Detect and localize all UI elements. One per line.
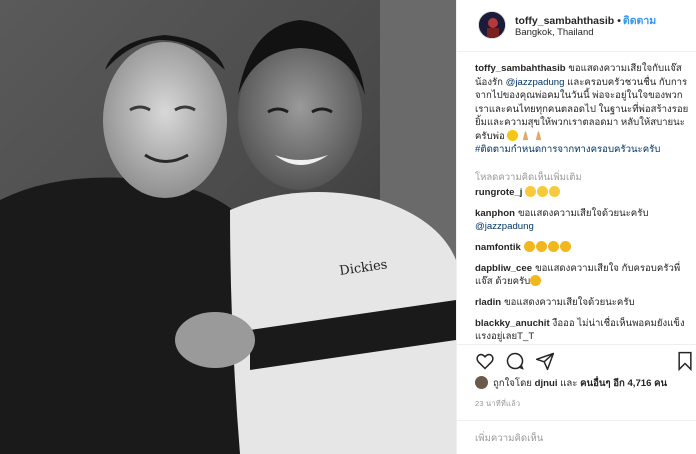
comment-username[interactable]: rladin bbox=[475, 297, 501, 308]
likes-line: ถูกใจโดย djnui และ คนอื่นๆ อีก 4,716 คน bbox=[475, 376, 667, 391]
post-caption: toffy_sambahthasib ขอแสดงความเสียใจกับแจ… bbox=[475, 62, 691, 157]
sad-face-emoji bbox=[507, 129, 519, 141]
comments-list: rungrote_j kanphon ขอแสดงความเสียใจด้วยนะ… bbox=[475, 186, 691, 351]
header-username[interactable]: toffy_sambahthasib bbox=[515, 15, 614, 27]
likes-others[interactable]: คนอื่นๆ อีก 4,716 คน bbox=[580, 378, 667, 389]
post-side-panel: toffy_sambahthasib • ติดตาม Bangkok, Thail… bbox=[456, 0, 696, 454]
comment-username[interactable]: rungrote_j bbox=[475, 187, 522, 198]
post-photo[interactable]: Dickies bbox=[0, 0, 456, 454]
post-photo-image: Dickies bbox=[0, 0, 456, 454]
crying-face-emoji bbox=[559, 241, 571, 252]
heart-icon[interactable] bbox=[475, 351, 495, 371]
caption-hashtag[interactable]: #ติดตามกำหนดการจากทางครอบครัวนะครับ bbox=[475, 144, 660, 155]
comment-text: ขอแสดงความเสียใจด้วยนะครับ bbox=[504, 297, 635, 308]
likes-middle: และ bbox=[560, 378, 578, 389]
comment-username[interactable]: namfontik bbox=[475, 242, 521, 253]
comment-icon[interactable] bbox=[505, 351, 525, 371]
bookmark-icon[interactable] bbox=[675, 351, 695, 371]
sad-face-emoji bbox=[530, 275, 542, 286]
post-timestamp[interactable]: 23 นาทีที่แล้ว bbox=[475, 398, 520, 410]
share-icon[interactable] bbox=[535, 351, 555, 371]
crying-face-emoji bbox=[535, 241, 547, 252]
add-comment-bar: เพิ่มความคิดเห็น bbox=[457, 420, 696, 454]
comment-username[interactable]: blackky_anuchit bbox=[475, 318, 550, 329]
pray-emoji bbox=[536, 130, 542, 140]
comment-text: ขอแสดงความเสียใจด้วยนะครับ bbox=[517, 208, 649, 219]
comment-username[interactable]: dapbliw_cee bbox=[475, 263, 532, 274]
load-more-comments[interactable]: โหลดความคิดเห็นเพิ่มเติม bbox=[475, 170, 582, 185]
comment-item: dapbliw_cee ขอแสดงความเสียใจ กับครอบครัวพ… bbox=[475, 262, 691, 288]
user-avatar[interactable] bbox=[478, 11, 506, 39]
sad-face-emoji bbox=[537, 186, 549, 197]
caption-username[interactable]: toffy_sambahthasib bbox=[475, 63, 566, 74]
crying-face-emoji bbox=[523, 241, 535, 252]
comment-mention[interactable]: @jazzpadung bbox=[475, 221, 534, 232]
comment-item: kanphon ขอแสดงความเสียใจด้วยนะครับ @jazzpa… bbox=[475, 207, 691, 233]
add-comment-input[interactable]: เพิ่มความคิดเห็น bbox=[475, 431, 543, 446]
instagram-post: Dickies toffy_sambahthasib • ติดตาม Bangko… bbox=[0, 0, 696, 454]
sad-face-emoji bbox=[525, 186, 537, 197]
pray-emoji bbox=[523, 130, 529, 140]
location-link[interactable]: Bangkok, Thailand bbox=[515, 27, 594, 38]
comment-item: namfontik bbox=[475, 241, 691, 254]
liker-avatar[interactable] bbox=[475, 376, 488, 389]
crying-face-emoji bbox=[547, 241, 559, 252]
likes-first-user[interactable]: djnui bbox=[535, 378, 558, 389]
comment-username[interactable]: kanphon bbox=[475, 208, 515, 219]
comment-item: blackky_anuchit งือออ ไม่น่าเชื่อเห็นพอคม… bbox=[475, 317, 691, 343]
likes-prefix: ถูกใจโดย bbox=[493, 378, 532, 389]
header-separator: • bbox=[617, 15, 621, 27]
comment-item: rladin ขอแสดงความเสียใจด้วยนะครับ bbox=[475, 296, 691, 309]
avatar-image bbox=[479, 12, 505, 38]
post-header: toffy_sambahthasib • ติดตาม Bangkok, Thail… bbox=[457, 0, 696, 52]
sad-face-emoji bbox=[549, 186, 561, 197]
comment-item: rungrote_j bbox=[475, 186, 691, 199]
action-bar bbox=[457, 344, 696, 374]
follow-button[interactable]: ติดตาม bbox=[623, 15, 656, 27]
caption-mention[interactable]: @jazzpadung bbox=[506, 77, 565, 88]
